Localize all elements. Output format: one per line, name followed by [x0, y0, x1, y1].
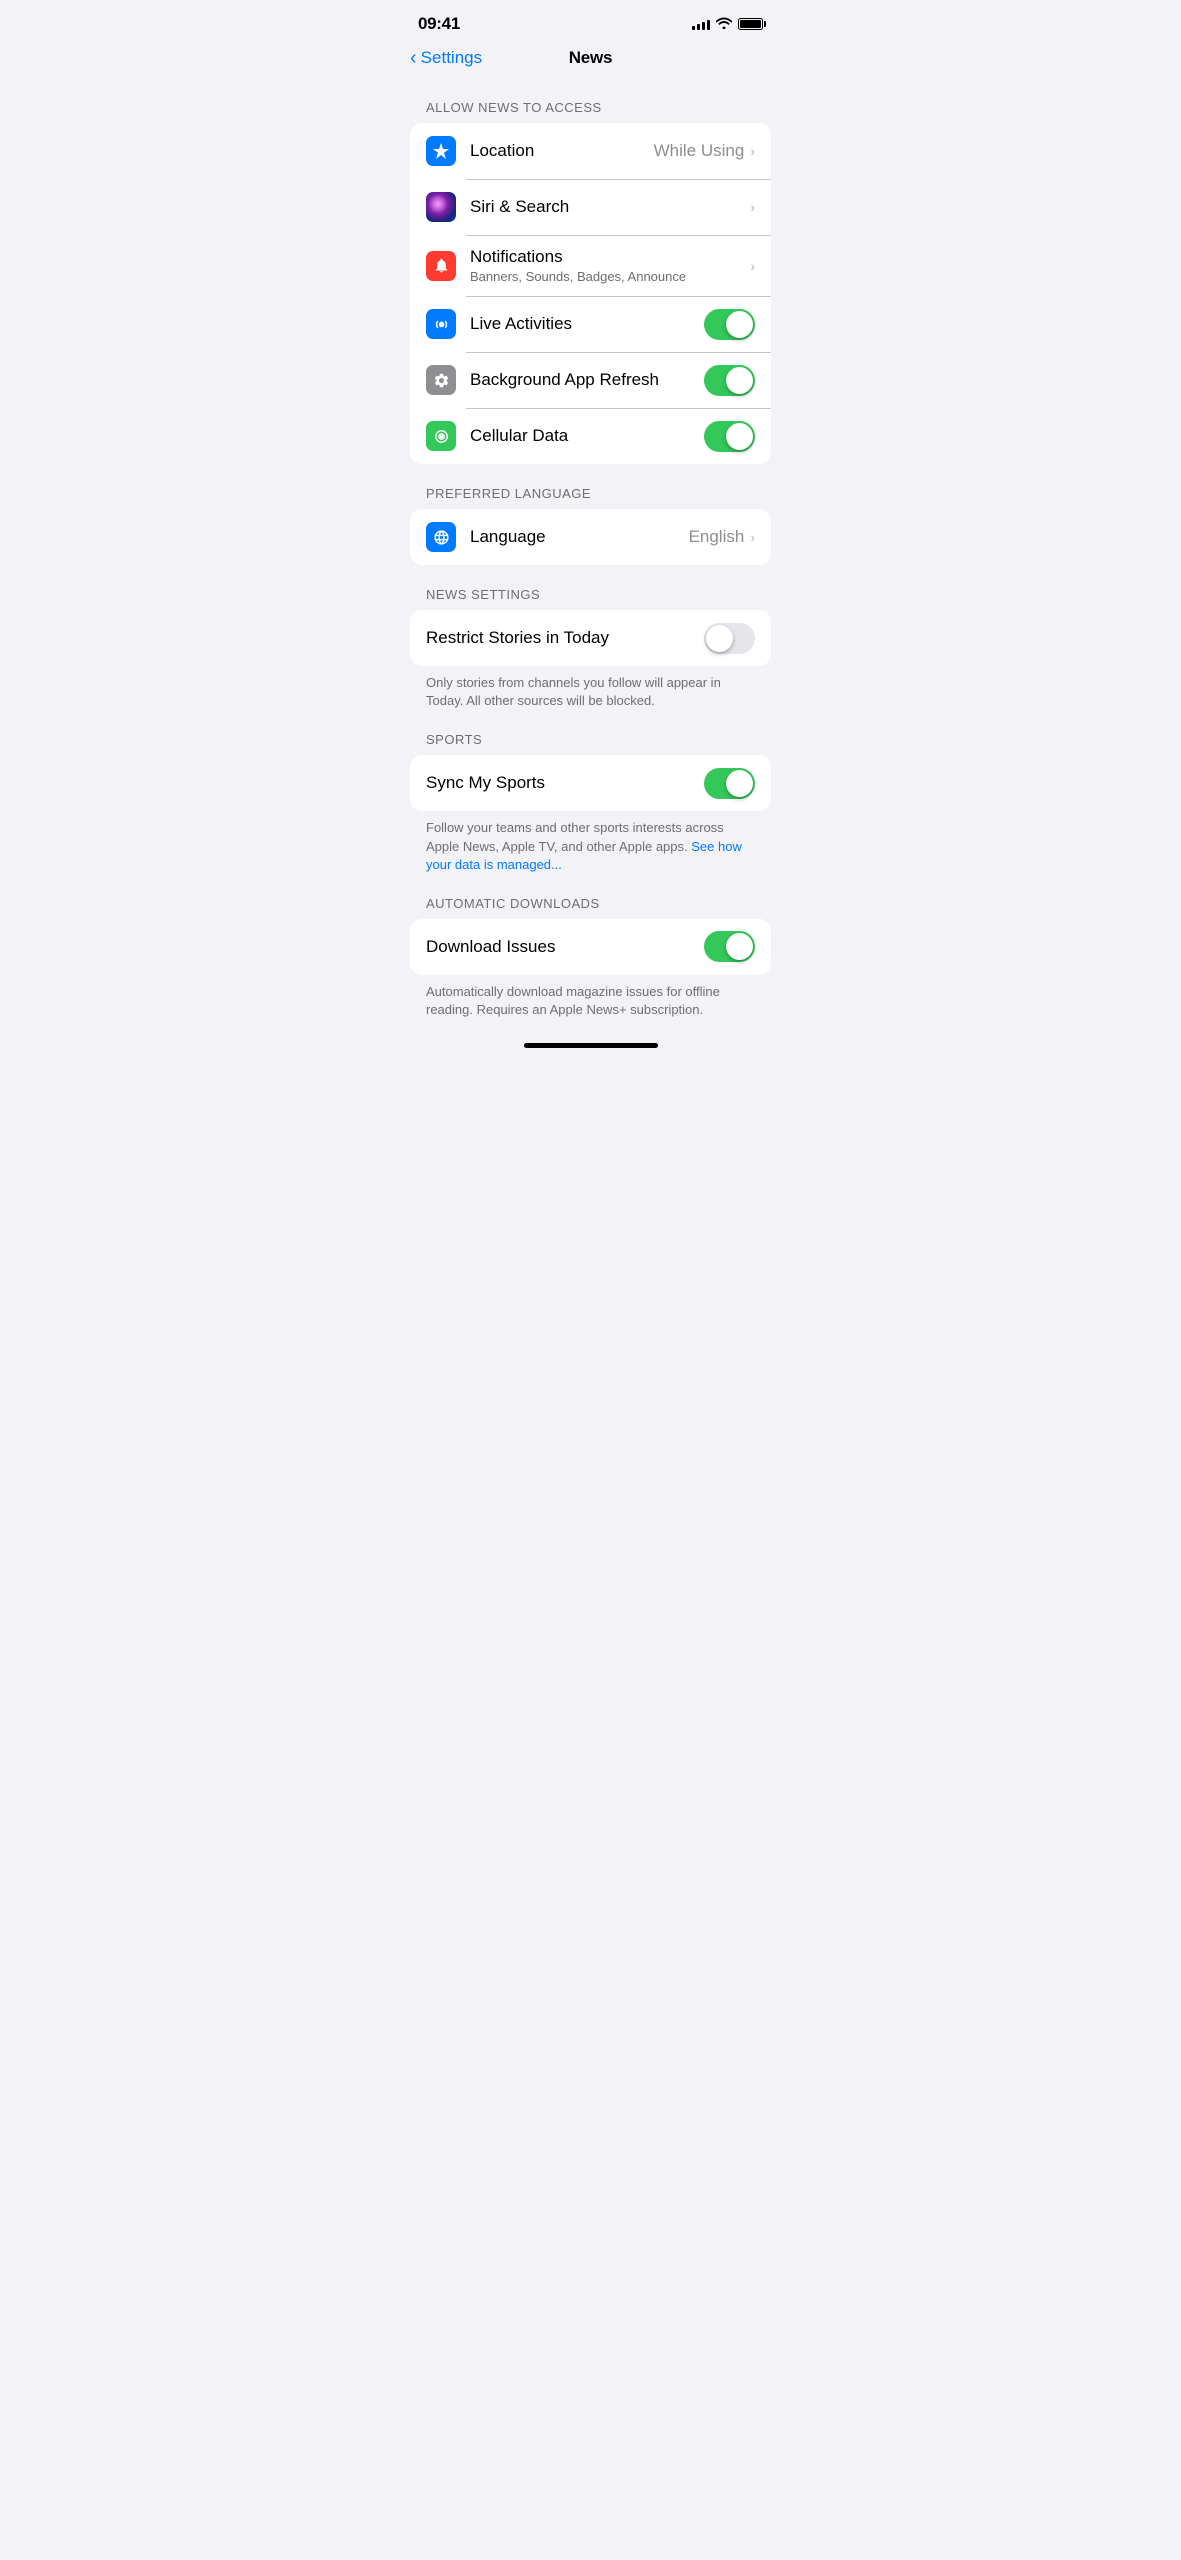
live-activities-toggle[interactable] [704, 309, 755, 340]
language-chevron-icon: › [750, 529, 755, 545]
section-sports: SPORTS Sync My Sports Follow your teams … [410, 732, 771, 874]
status-time: 09:41 [418, 14, 460, 34]
row-cellular-data[interactable]: Cellular Data [410, 408, 771, 464]
cellular-data-toggle[interactable] [704, 421, 755, 452]
notifications-label-wrap: Notifications Banners, Sounds, Badges, A… [470, 247, 750, 284]
row-sync-sports[interactable]: Sync My Sports [410, 755, 771, 811]
back-chevron-icon: ‹ [410, 48, 417, 68]
live-activities-app-icon [426, 309, 456, 339]
download-issues-toggle[interactable] [704, 931, 755, 962]
section-footer-sports: Follow your teams and other sports inter… [410, 811, 771, 874]
signal-bars-icon [692, 18, 710, 30]
section-allow-news-access: ALLOW NEWS TO ACCESS Location While Usin… [410, 100, 771, 464]
row-background-refresh[interactable]: Background App Refresh [410, 352, 771, 408]
settings-app-icon [426, 365, 456, 395]
section-auto-downloads: AUTOMATIC DOWNLOADS Download Issues Auto… [410, 896, 771, 1019]
card-language: Language English › [410, 509, 771, 565]
row-live-activities[interactable]: Live Activities [410, 296, 771, 352]
status-bar: 09:41 [394, 0, 787, 40]
battery-icon [738, 18, 763, 30]
card-news-settings: Restrict Stories in Today [410, 610, 771, 666]
background-refresh-label: Background App Refresh [470, 370, 704, 390]
back-button[interactable]: ‹ Settings [410, 48, 482, 68]
status-icons [692, 17, 763, 32]
section-news-settings: NEWS SETTINGS Restrict Stories in Today … [410, 587, 771, 710]
location-value: While Using [654, 141, 745, 161]
language-label: Language [470, 527, 689, 547]
page-title: News [569, 48, 613, 68]
siri-chevron-icon: › [750, 199, 755, 215]
location-chevron-icon: › [750, 143, 755, 159]
restrict-stories-toggle[interactable] [704, 623, 755, 654]
notifications-label: Notifications [470, 247, 750, 267]
sync-sports-label: Sync My Sports [426, 773, 704, 793]
home-bar [524, 1043, 658, 1048]
row-download-issues[interactable]: Download Issues [410, 919, 771, 975]
cellular-app-icon [426, 421, 456, 451]
section-footer-auto-downloads: Automatically download magazine issues f… [410, 975, 771, 1019]
section-header-language: PREFERRED LANGUAGE [410, 486, 771, 509]
home-indicator [394, 1035, 787, 1056]
row-language[interactable]: Language English › [410, 509, 771, 565]
row-restrict-stories[interactable]: Restrict Stories in Today [410, 610, 771, 666]
card-sports: Sync My Sports [410, 755, 771, 811]
restrict-stories-label: Restrict Stories in Today [426, 628, 704, 648]
sync-sports-toggle[interactable] [704, 768, 755, 799]
location-label: Location [470, 141, 654, 161]
section-header-news-settings: NEWS SETTINGS [410, 587, 771, 610]
card-allow: Location While Using › Siri & Search › [410, 123, 771, 464]
notifications-chevron-icon: › [750, 258, 755, 274]
back-label: Settings [421, 48, 482, 68]
siri-label: Siri & Search [470, 197, 750, 217]
location-app-icon [426, 136, 456, 166]
notifications-app-icon [426, 251, 456, 281]
section-header-allow: ALLOW NEWS TO ACCESS [410, 100, 771, 123]
settings-content: ALLOW NEWS TO ACCESS Location While Usin… [394, 100, 787, 1019]
language-app-icon [426, 522, 456, 552]
nav-bar: ‹ Settings News [394, 40, 787, 78]
section-footer-news-settings: Only stories from channels you follow wi… [410, 666, 771, 710]
row-notifications[interactable]: Notifications Banners, Sounds, Badges, A… [410, 235, 771, 296]
notifications-sublabel: Banners, Sounds, Badges, Announce [470, 269, 750, 284]
background-refresh-toggle[interactable] [704, 365, 755, 396]
section-header-sports: SPORTS [410, 732, 771, 755]
wifi-icon [716, 17, 732, 32]
section-preferred-language: PREFERRED LANGUAGE Language English › [410, 486, 771, 565]
siri-app-icon [426, 192, 456, 222]
section-header-auto-downloads: AUTOMATIC DOWNLOADS [410, 896, 771, 919]
row-location[interactable]: Location While Using › [410, 123, 771, 179]
card-auto-downloads: Download Issues [410, 919, 771, 975]
language-value: English [689, 527, 745, 547]
live-activities-label: Live Activities [470, 314, 704, 334]
row-siri[interactable]: Siri & Search › [410, 179, 771, 235]
cellular-data-label: Cellular Data [470, 426, 704, 446]
download-issues-label: Download Issues [426, 937, 704, 957]
